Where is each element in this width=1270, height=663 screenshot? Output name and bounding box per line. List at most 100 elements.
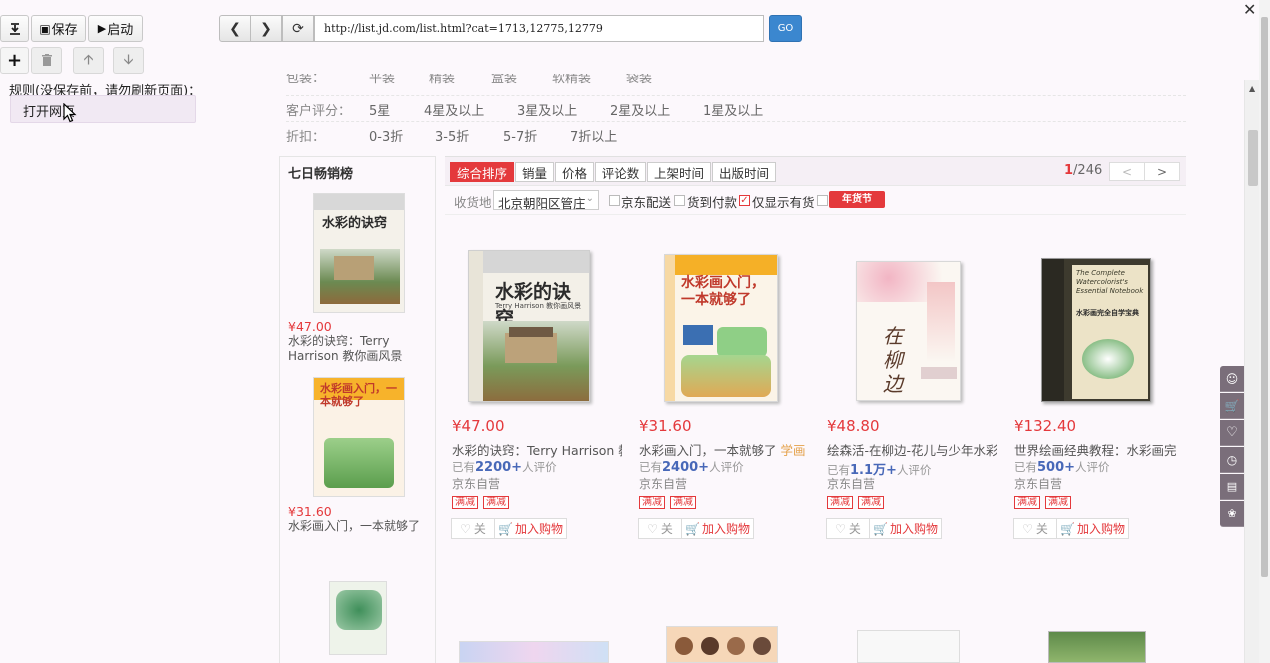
filter-option[interactable]: 平装 xyxy=(369,74,395,84)
jd-delivery-checkbox[interactable] xyxy=(609,195,620,206)
side-book-cover[interactable] xyxy=(329,581,387,655)
add-to-cart-label: 加入购物 xyxy=(701,522,750,536)
book-title-text: 在柳边 xyxy=(883,324,903,396)
product-name[interactable]: 水彩画入门，一本就够了 学画 xyxy=(639,440,809,459)
message-tool-button[interactable]: ▤ xyxy=(1220,474,1244,500)
product-image[interactable]: 水彩的诀窍 Terry Harrison 教你画风景 xyxy=(468,250,590,402)
discount-option[interactable]: 7折以上 xyxy=(570,126,617,145)
follow-button[interactable]: ♡ 关 xyxy=(638,518,682,539)
filter-option[interactable]: 软精装 xyxy=(552,74,591,84)
go-button[interactable]: GO xyxy=(769,15,802,42)
book-title-text: 水彩画入门，一本就够了 xyxy=(320,382,397,408)
jd-delivery-label: 京东配送 xyxy=(621,195,672,210)
product-image[interactable]: 水彩画入门，一本就够了 xyxy=(664,254,778,402)
sort-tab-price[interactable]: 价格 xyxy=(555,162,594,182)
export-icon xyxy=(9,22,20,35)
festival-checkbox[interactable] xyxy=(817,195,828,206)
heart-icon: ♡ xyxy=(1226,425,1238,440)
promo-tag: 满减 xyxy=(639,496,665,509)
scroll-thumb[interactable] xyxy=(1248,130,1258,186)
page-current: 1 xyxy=(1064,163,1074,178)
rating-filter-row: 客户评分： 5星 4星及以上 3星及以上 2星及以上 1星及以上 xyxy=(286,100,1186,119)
user-tool-button[interactable]: ☺ xyxy=(1220,366,1244,392)
follow-button[interactable]: ♡ 关 xyxy=(451,518,495,539)
side-item-name[interactable]: 水彩画入门，一本就够了 xyxy=(288,519,433,534)
forward-button[interactable]: ❯ xyxy=(250,15,282,42)
side-book-cover[interactable]: 水彩的诀窍 xyxy=(313,193,405,313)
next-page-button[interactable]: > xyxy=(1144,162,1180,181)
product-image[interactable] xyxy=(857,630,960,663)
product-comments[interactable]: 已有2200+人评价 xyxy=(452,459,557,475)
move-up-button[interactable]: 🡩 xyxy=(73,47,104,74)
add-to-cart-button[interactable]: 🛒 加入购物 xyxy=(495,518,567,539)
back-button[interactable]: ❮ xyxy=(219,15,251,42)
follow-button[interactable]: ♡ 关 xyxy=(826,518,870,539)
side-item-name[interactable]: 水彩的诀窍：Terry Harrison 教你画风景 xyxy=(288,334,433,364)
filter-option[interactable]: 精装 xyxy=(429,74,455,84)
sort-tab-sales[interactable]: 销量 xyxy=(515,162,554,182)
add-to-cart-button[interactable]: 🛒 加入购物 xyxy=(1057,518,1129,539)
location-select[interactable]: 北京朝阳区管庄 ⌄ xyxy=(493,190,599,211)
filter-option[interactable]: 盒装 xyxy=(491,74,517,84)
filter-option[interactable]: 袋装 xyxy=(626,74,652,84)
page-scrollbar[interactable]: ▲ xyxy=(1244,80,1260,663)
comm-prefix: 已有 xyxy=(452,460,475,474)
comm-suffix: 人评价 xyxy=(1075,460,1110,474)
scroll-up-icon: ▲ xyxy=(1249,84,1256,93)
add-rule-button[interactable]: + xyxy=(0,47,29,74)
comm-count: 2400+ xyxy=(662,460,710,475)
product-comments[interactable]: 已有2400+人评价 xyxy=(639,459,744,475)
sort-tab-default[interactable]: 综合排序 xyxy=(450,162,514,182)
product-name-text: 水彩的诀窍：Terry Harrison 教 xyxy=(452,443,622,458)
delete-rule-button[interactable] xyxy=(31,47,62,74)
product-image[interactable]: 在柳边 xyxy=(856,261,961,401)
rating-option[interactable]: 2星及以上 xyxy=(610,100,670,119)
favorite-tool-button[interactable]: ♡ xyxy=(1220,420,1244,446)
save-button[interactable]: ▣ 保存 xyxy=(31,15,86,42)
cod-checkbox[interactable] xyxy=(674,195,685,206)
heart-icon: ♡ xyxy=(1022,521,1033,536)
follow-label: 关 xyxy=(848,522,861,536)
product-image[interactable] xyxy=(666,626,778,663)
floppy-icon: ▣ xyxy=(39,21,51,36)
rating-option[interactable]: 5星 xyxy=(369,100,390,119)
product-name[interactable]: 绘森活-在柳边-花儿与少年水彩 xyxy=(827,440,997,459)
history-tool-button[interactable]: ◷ xyxy=(1220,447,1244,473)
open-page-rule-item[interactable]: 打开网页 xyxy=(10,95,196,123)
prev-page-button[interactable]: < xyxy=(1109,162,1145,181)
product-image[interactable]: The Complete Watercolorist's Essential N… xyxy=(1041,258,1151,402)
product-name[interactable]: 水彩的诀窍：Terry Harrison 教 xyxy=(452,440,622,459)
sort-tab-new[interactable]: 上架时间 xyxy=(647,162,711,182)
close-icon[interactable]: ✕ xyxy=(1243,0,1256,19)
product-comments[interactable]: 已有500+人评价 xyxy=(1014,459,1110,475)
add-to-cart-button[interactable]: 🛒 加入购物 xyxy=(682,518,754,539)
side-book-cover[interactable]: 水彩画入门，一本就够了 xyxy=(313,377,405,497)
product-image[interactable] xyxy=(1048,631,1146,663)
add-to-cart-button[interactable]: 🛒 加入购物 xyxy=(870,518,942,539)
refresh-button[interactable]: ⟳ xyxy=(282,15,314,42)
cart-tool-button[interactable]: 🛒 xyxy=(1220,393,1244,419)
sort-tab-publish[interactable]: 出版时间 xyxy=(712,162,776,182)
sort-tab-comments[interactable]: 评论数 xyxy=(595,162,646,182)
export-icon-button[interactable] xyxy=(0,15,29,42)
window-scroll-thumb[interactable] xyxy=(1261,17,1268,577)
rating-option[interactable]: 4星及以上 xyxy=(424,100,484,119)
discount-option[interactable]: 3-5折 xyxy=(435,126,469,145)
discount-option[interactable]: 5-7折 xyxy=(503,126,537,145)
start-button[interactable]: ▶ 启动 xyxy=(88,15,143,42)
url-input[interactable]: http://list.jd.com/list.html?cat=1713,12… xyxy=(314,15,764,42)
window-scrollbar[interactable] xyxy=(1259,0,1270,663)
in-stock-checkbox[interactable]: ✓ xyxy=(739,195,750,206)
follow-label: 关 xyxy=(660,522,673,536)
location-value: 北京朝阳区管庄 xyxy=(498,196,586,211)
rating-option[interactable]: 3星及以上 xyxy=(517,100,577,119)
discount-option[interactable]: 0-3折 xyxy=(369,126,403,145)
rating-option[interactable]: 1星及以上 xyxy=(703,100,763,119)
product-shop: 京东自营 xyxy=(827,477,876,491)
service-tool-button[interactable]: ❀ xyxy=(1220,501,1244,527)
move-down-button[interactable]: 🡫 xyxy=(113,47,144,74)
product-image[interactable] xyxy=(459,641,609,663)
product-name[interactable]: 世界绘画经典教程：水彩画完 xyxy=(1014,440,1184,459)
product-name-text: 绘森活-在柳边-花儿与少年水彩 xyxy=(827,443,997,458)
follow-button[interactable]: ♡ 关 xyxy=(1013,518,1057,539)
